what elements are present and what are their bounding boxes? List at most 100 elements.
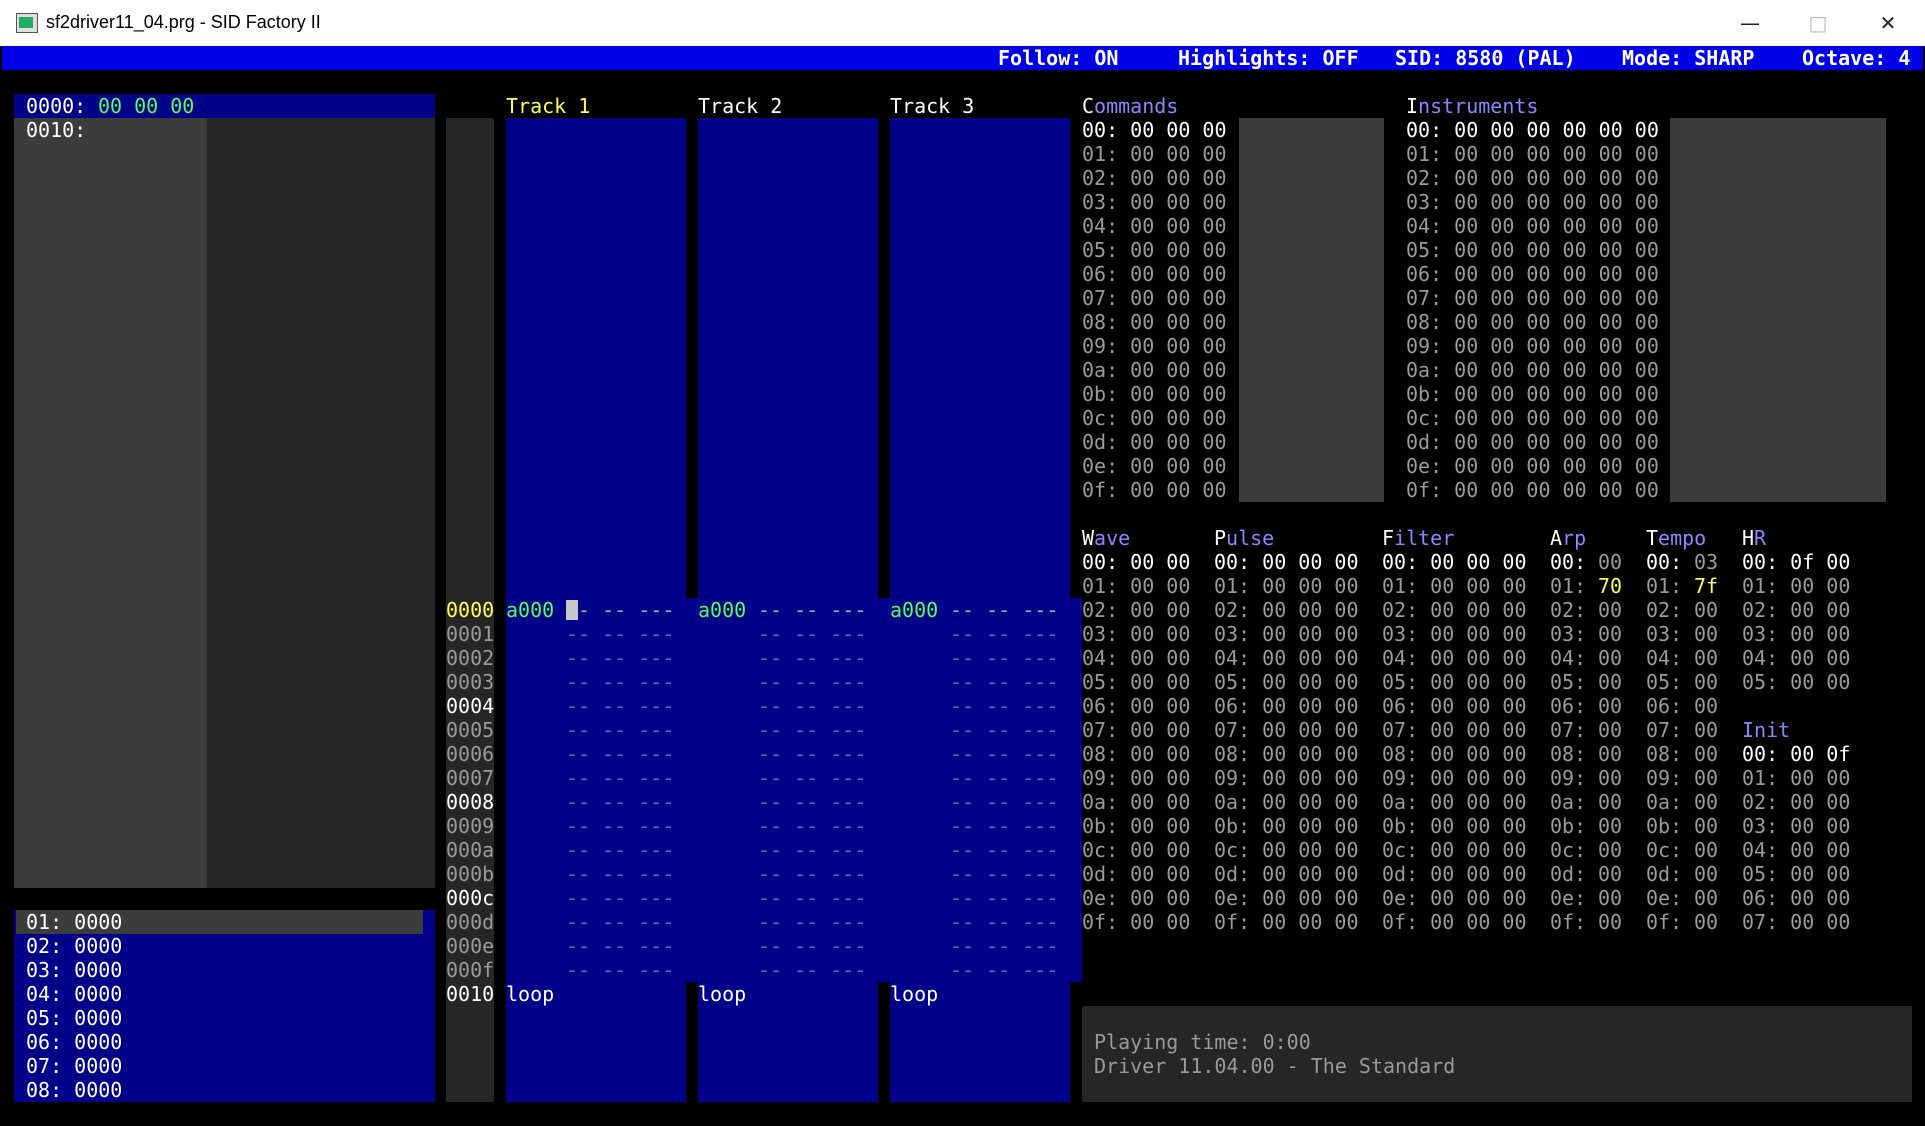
track-event[interactable]: -- -- --- <box>950 958 1058 982</box>
commands-row[interactable]: 08: 00 00 00 <box>1082 310 1227 334</box>
tempo-row-value[interactable]: 7f <box>1694 574 1718 598</box>
instruments-row[interactable]: 0e: 00 00 00 00 00 00 <box>1406 454 1659 478</box>
track-2-sequence[interactable]: a000 <box>698 598 746 622</box>
wave-row[interactable]: 03: 00 00 <box>1082 622 1190 646</box>
track-event[interactable]: -- -- --- <box>758 790 866 814</box>
commands-row[interactable]: 05: 00 00 00 <box>1082 238 1227 262</box>
track-event[interactable]: -- -- --- <box>950 862 1058 886</box>
wave-row[interactable]: 0b: 00 00 <box>1082 814 1190 838</box>
filter-row[interactable]: 0a: 00 00 00 <box>1382 790 1527 814</box>
pulse-row[interactable]: 0b: 00 00 00 <box>1214 814 1359 838</box>
instruments-row[interactable]: 0b: 00 00 00 00 00 00 <box>1406 382 1659 406</box>
orderlist-row-values[interactable]: 00 00 00 <box>98 94 194 118</box>
track-event[interactable]: -- -- --- <box>950 910 1058 934</box>
sequence-item[interactable]: 02: 0000 <box>26 934 122 958</box>
wave-row[interactable]: 01: 00 00 <box>1082 574 1190 598</box>
track-event[interactable]: -- -- --- <box>758 910 866 934</box>
commands-row[interactable]: 0a: 00 00 00 <box>1082 358 1227 382</box>
filter-row[interactable]: 0d: 00 00 00 <box>1382 862 1527 886</box>
commands-row[interactable]: 0c: 00 00 00 <box>1082 406 1227 430</box>
arp-row-value[interactable]: 00 <box>1598 550 1622 574</box>
wave-row[interactable]: 06: 00 00 <box>1082 694 1190 718</box>
instruments-row[interactable]: 01: 00 00 00 00 00 00 <box>1406 142 1659 166</box>
tempo-row-value[interactable]: 00 <box>1694 886 1718 910</box>
track-event[interactable]: -- -- --- <box>566 790 674 814</box>
instruments-row[interactable]: 03: 00 00 00 00 00 00 <box>1406 190 1659 214</box>
track-event[interactable]: -- -- --- <box>950 838 1058 862</box>
wave-row[interactable]: 0d: 00 00 <box>1082 862 1190 886</box>
track-event[interactable]: -- -- --- <box>566 742 674 766</box>
instruments-row[interactable]: 0a: 00 00 00 00 00 00 <box>1406 358 1659 382</box>
track-event[interactable]: -- -- --- <box>758 886 866 910</box>
pulse-row[interactable]: 07: 00 00 00 <box>1214 718 1359 742</box>
init-row[interactable]: 02: 00 00 <box>1742 790 1850 814</box>
pulse-row[interactable]: 04: 00 00 00 <box>1214 646 1359 670</box>
track-event[interactable]: -- -- --- <box>950 790 1058 814</box>
arp-row-value[interactable]: 00 <box>1598 838 1622 862</box>
window-titlebar[interactable]: sf2driver11_04.prg - SID Factory II — □ … <box>0 0 1925 46</box>
arp-row-value[interactable]: 00 <box>1598 910 1622 934</box>
init-row[interactable]: 06: 00 00 <box>1742 886 1850 910</box>
tempo-row-value[interactable]: 00 <box>1694 598 1718 622</box>
pulse-row[interactable]: 06: 00 00 00 <box>1214 694 1359 718</box>
track-event[interactable]: -- -- --- <box>566 622 674 646</box>
arp-row-value[interactable]: 00 <box>1598 670 1622 694</box>
instruments-row[interactable]: 05: 00 00 00 00 00 00 <box>1406 238 1659 262</box>
track-event[interactable]: -- -- --- <box>950 598 1058 622</box>
instruments-row[interactable]: 0d: 00 00 00 00 00 00 <box>1406 430 1659 454</box>
commands-row[interactable]: 01: 00 00 00 <box>1082 142 1227 166</box>
wave-row[interactable]: 05: 00 00 <box>1082 670 1190 694</box>
track-event[interactable]: -- -- --- <box>950 694 1058 718</box>
track-event[interactable]: -- -- --- <box>950 814 1058 838</box>
arp-row-value[interactable]: 00 <box>1598 622 1622 646</box>
init-row[interactable]: 01: 00 00 <box>1742 766 1850 790</box>
commands-row[interactable]: 03: 00 00 00 <box>1082 190 1227 214</box>
init-row[interactable]: 04: 00 00 <box>1742 838 1850 862</box>
track-event[interactable]: -- -- --- <box>566 814 674 838</box>
pulse-row[interactable]: 02: 00 00 00 <box>1214 598 1359 622</box>
tempo-row-value[interactable]: 00 <box>1694 694 1718 718</box>
wave-row[interactable]: 0c: 00 00 <box>1082 838 1190 862</box>
instruments-row[interactable]: 04: 00 00 00 00 00 00 <box>1406 214 1659 238</box>
commands-row[interactable]: 00: 00 00 00 <box>1082 118 1227 142</box>
wave-row[interactable]: 0f: 00 00 <box>1082 910 1190 934</box>
hr-row[interactable]: 00: 0f 00 <box>1742 550 1850 574</box>
track-event[interactable]: -- -- --- <box>950 670 1058 694</box>
commands-row[interactable]: 06: 00 00 00 <box>1082 262 1227 286</box>
pulse-row[interactable]: 05: 00 00 00 <box>1214 670 1359 694</box>
octave-status[interactable]: Octave: 4 <box>1802 46 1910 70</box>
pulse-row[interactable]: 08: 00 00 00 <box>1214 742 1359 766</box>
tempo-row-value[interactable]: 00 <box>1694 862 1718 886</box>
tempo-row-value[interactable]: 03 <box>1694 550 1718 574</box>
track-event[interactable]: -- -- --- <box>758 814 866 838</box>
tempo-row-value[interactable]: 00 <box>1694 766 1718 790</box>
tempo-row-value[interactable]: 00 <box>1694 718 1718 742</box>
filter-row[interactable]: 0c: 00 00 00 <box>1382 838 1527 862</box>
commands-row[interactable]: 04: 00 00 00 <box>1082 214 1227 238</box>
pulse-row[interactable]: 0f: 00 00 00 <box>1214 910 1359 934</box>
track-event[interactable]: -- -- --- <box>758 862 866 886</box>
tempo-row-value[interactable]: 00 <box>1694 814 1718 838</box>
wave-row[interactable]: 00: 00 00 <box>1082 550 1190 574</box>
track-event[interactable]: -- -- --- <box>566 934 674 958</box>
track-event[interactable]: -- -- --- <box>758 622 866 646</box>
instruments-row[interactable]: 00: 00 00 00 00 00 00 <box>1406 118 1659 142</box>
tempo-row-value[interactable]: 00 <box>1694 622 1718 646</box>
commands-row[interactable]: 02: 00 00 00 <box>1082 166 1227 190</box>
instruments-row[interactable]: 06: 00 00 00 00 00 00 <box>1406 262 1659 286</box>
init-row[interactable]: 00: 00 0f <box>1742 742 1850 766</box>
sequence-item[interactable]: 01: 0000 <box>26 910 122 934</box>
sid-status[interactable]: SID: 8580 (PAL) <box>1395 46 1576 70</box>
track-event[interactable]: -- -- --- <box>950 766 1058 790</box>
track-event[interactable]: -- -- --- <box>566 958 674 982</box>
arp-row-value[interactable]: 00 <box>1598 718 1622 742</box>
hr-row[interactable]: 05: 00 00 <box>1742 670 1850 694</box>
track-event[interactable]: -- -- --- <box>758 766 866 790</box>
tempo-row-value[interactable]: 00 <box>1694 742 1718 766</box>
minimize-button[interactable]: — <box>1718 0 1782 46</box>
arp-row-value[interactable]: 00 <box>1598 790 1622 814</box>
filter-row[interactable]: 05: 00 00 00 <box>1382 670 1527 694</box>
track-event[interactable]: -- -- --- <box>566 838 674 862</box>
hr-row[interactable]: 01: 00 00 <box>1742 574 1850 598</box>
track-event[interactable]: -- -- --- <box>566 862 674 886</box>
